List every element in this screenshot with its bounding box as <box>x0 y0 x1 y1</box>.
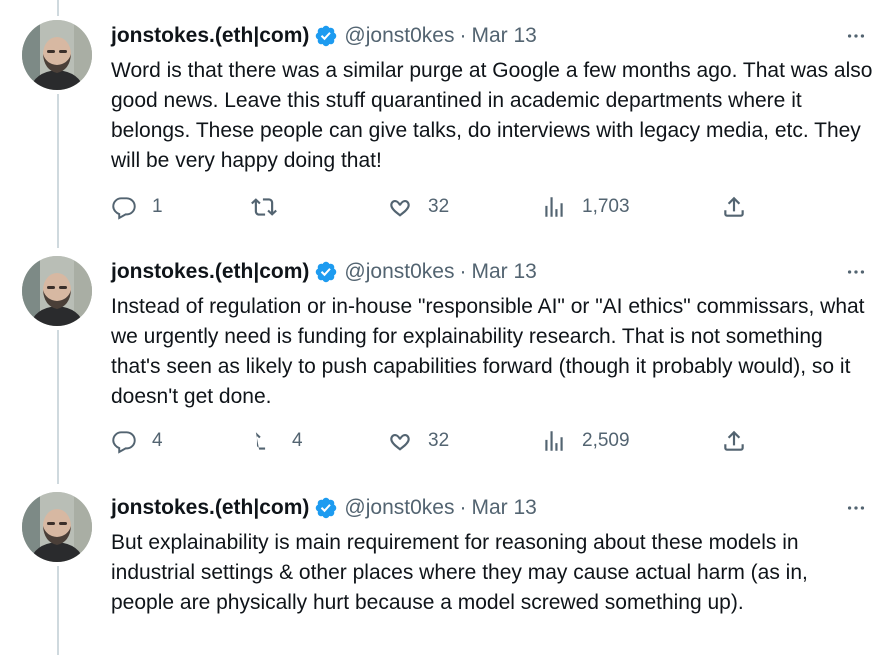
views-button[interactable]: 1,703 <box>541 192 630 222</box>
thread-line <box>57 94 59 248</box>
reply-button[interactable]: 1 <box>111 192 163 222</box>
avatar[interactable] <box>22 492 92 562</box>
retweet-icon <box>251 194 277 220</box>
separator-dot: · <box>459 24 467 47</box>
reply-count: 1 <box>152 196 163 217</box>
share-button[interactable] <box>721 426 747 456</box>
tweet-text: Word is that there was a similar purge a… <box>111 59 873 172</box>
reply-icon <box>111 194 137 220</box>
reply-count: 4 <box>152 430 163 451</box>
views-icon <box>541 428 567 454</box>
author-handle[interactable]: @jonst0kes <box>344 494 454 522</box>
tweet-text: Instead of regulation or in-house "respo… <box>111 295 865 408</box>
author-handle[interactable]: @jonst0kes <box>344 258 454 286</box>
thread-line <box>57 0 59 16</box>
views-count: 1,703 <box>582 196 630 217</box>
like-count: 32 <box>428 430 450 451</box>
tweet-header: jonstokes.(eth|com) @jonst0kes · Mar 13 <box>111 258 537 286</box>
share-button[interactable] <box>721 192 747 222</box>
tweet-header: jonstokes.(eth|com) @jonst0kes · Mar 13 <box>111 494 537 522</box>
separator-dot: · <box>459 260 467 283</box>
tweet-date[interactable]: Mar 13 <box>471 494 536 522</box>
views-icon <box>541 194 567 220</box>
reply-button[interactable]: 4 <box>111 426 163 456</box>
author-name[interactable]: jonstokes.(eth|com) <box>111 258 309 286</box>
like-button[interactable]: 32 <box>387 192 449 222</box>
share-icon <box>721 428 747 454</box>
more-horizontal-icon[interactable] <box>842 494 870 522</box>
like-button[interactable]: 32 <box>387 426 449 456</box>
views-count: 2,509 <box>582 430 630 451</box>
thread-line <box>57 330 59 484</box>
retweet-button[interactable] <box>251 192 292 222</box>
tweet-actions: 1 32 1,703 <box>111 192 761 222</box>
retweet-icon <box>251 428 277 454</box>
like-count: 32 <box>428 196 450 217</box>
avatar[interactable] <box>22 20 92 90</box>
author-handle[interactable]: @jonst0kes <box>344 22 454 50</box>
more-horizontal-icon[interactable] <box>842 22 870 50</box>
separator-dot: · <box>459 496 467 519</box>
avatar[interactable] <box>22 256 92 326</box>
retweet-count: 4 <box>292 430 303 451</box>
heart-icon <box>387 428 413 454</box>
tweet-text: But explainability is main requirement f… <box>111 531 808 614</box>
views-button[interactable]: 2,509 <box>541 426 630 456</box>
verified-badge-icon <box>314 260 338 284</box>
reply-icon <box>111 428 137 454</box>
more-horizontal-icon[interactable] <box>842 258 870 286</box>
thread-line <box>57 566 59 655</box>
author-name[interactable]: jonstokes.(eth|com) <box>111 22 309 50</box>
heart-icon <box>387 194 413 220</box>
author-name[interactable]: jonstokes.(eth|com) <box>111 494 309 522</box>
verified-badge-icon <box>314 24 338 48</box>
share-icon <box>721 194 747 220</box>
tweet-actions: 4 4 32 2,509 <box>111 426 761 456</box>
retweet-button[interactable]: 4 <box>251 426 303 456</box>
tweet-header: jonstokes.(eth|com) @jonst0kes · Mar 13 <box>111 22 537 50</box>
tweet-date[interactable]: Mar 13 <box>471 22 536 50</box>
tweet-date[interactable]: Mar 13 <box>471 258 536 286</box>
verified-badge-icon <box>314 496 338 520</box>
